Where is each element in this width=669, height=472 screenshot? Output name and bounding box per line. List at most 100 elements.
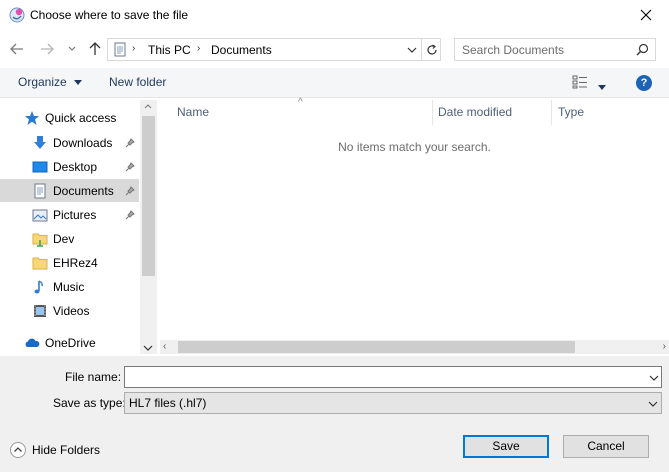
nav-item-dev[interactable]: Dev (0, 227, 139, 250)
help-icon[interactable]: ? (636, 75, 652, 91)
pin-icon (125, 137, 135, 151)
chevron-down-icon[interactable] (648, 396, 658, 410)
navigation-bar: › This PC › Documents Search Documents (0, 34, 669, 64)
horizontal-scrollbar-thumb[interactable] (178, 341, 575, 353)
chevron-down-icon (649, 375, 659, 381)
nav-item-label: EHRez4 (53, 256, 98, 270)
nav-item-videos[interactable]: Videos (0, 299, 139, 322)
address-bar[interactable]: › This PC › Documents (107, 38, 441, 61)
nav-item-desktop[interactable]: Desktop (0, 155, 139, 178)
nav-item-pictures[interactable]: Pictures (0, 203, 139, 226)
column-header-label: Type (558, 105, 585, 119)
horizontal-scrollbar[interactable]: ‹ › (160, 340, 669, 354)
breadcrumb-separator: › (132, 43, 136, 54)
nav-item-label: Quick access (45, 111, 117, 125)
chevron-up-icon (144, 104, 152, 109)
file-name-input[interactable] (125, 367, 635, 387)
breadcrumb-separator: › (197, 43, 201, 54)
address-dropdown-button[interactable] (404, 41, 420, 58)
save-button[interactable]: Save (463, 435, 549, 458)
close-button[interactable] (623, 0, 669, 30)
refresh-button[interactable] (421, 39, 441, 60)
nav-item-documents[interactable]: Documents (0, 179, 139, 202)
close-icon (640, 9, 652, 21)
save-as-type-label: Save as type: (53, 396, 126, 410)
nav-item-music[interactable]: Music (0, 275, 139, 298)
chevron-down-icon (407, 47, 417, 53)
nav-item-label: Documents (53, 184, 114, 198)
title-bar: Choose where to save the file (0, 0, 669, 32)
scroll-left-icon[interactable]: ‹ (163, 341, 166, 352)
file-list[interactable]: ^ Name Date modified Type No items match… (160, 97, 669, 354)
folder-icon (32, 231, 48, 247)
nav-item-label: Desktop (53, 160, 98, 174)
forward-arrow-icon (41, 43, 54, 55)
organize-menu-button[interactable]: Organize (18, 75, 83, 89)
column-header-name[interactable]: Name (160, 100, 432, 126)
recent-locations-button[interactable] (61, 38, 83, 60)
column-header-label: Name (177, 105, 210, 119)
scroll-right-icon[interactable]: › (663, 341, 666, 352)
cancel-button[interactable]: Cancel (563, 435, 649, 458)
organize-label: Organize (18, 75, 67, 89)
pictures-icon (32, 207, 48, 223)
new-folder-button[interactable]: New folder (109, 75, 166, 89)
scroll-down-icon[interactable] (143, 340, 153, 354)
nav-item-label: Videos (53, 304, 90, 318)
desktop-icon (32, 159, 48, 175)
pin-icon (125, 161, 135, 175)
file-name-label: File name: (65, 370, 122, 384)
save-as-type-select[interactable]: HL7 files (.hl7) (124, 392, 662, 414)
pin-icon (125, 209, 135, 223)
column-header-date-modified[interactable]: Date modified (433, 100, 551, 126)
nav-item-downloads[interactable]: Downloads (0, 131, 139, 154)
nav-item-label: Music (53, 280, 85, 294)
videos-icon (32, 303, 48, 319)
breadcrumb-documents[interactable]: Documents (211, 43, 272, 57)
up-button[interactable] (84, 38, 106, 60)
column-header-label: Date modified (438, 105, 513, 119)
chevron-up-circle-icon (10, 442, 26, 458)
folder-icon (32, 255, 48, 271)
view-dropdown-button[interactable] (598, 79, 606, 93)
up-arrow-icon (89, 42, 101, 55)
nav-item-label: Dev (53, 232, 75, 246)
column-header-type[interactable]: Type (552, 100, 669, 126)
documents-icon (114, 42, 126, 60)
file-name-field[interactable] (124, 366, 662, 388)
back-arrow-icon (10, 43, 23, 55)
navigation-pane: Quick access Downloads Desktop Documents… (0, 100, 157, 354)
nav-item-onedrive[interactable]: OneDrive (0, 331, 139, 354)
star-icon (24, 110, 40, 126)
view-options-icon[interactable] (572, 75, 588, 92)
window-title: Choose where to save the file (30, 8, 189, 22)
nav-item-quick-access[interactable]: Quick access (0, 106, 139, 129)
save-as-type-value: HL7 files (.hl7) (129, 396, 207, 410)
nav-item-label: OneDrive (45, 336, 96, 350)
empty-message: No items match your search. (338, 140, 491, 154)
nav-scrollbar-thumb[interactable] (142, 116, 155, 276)
cloud-icon (24, 335, 40, 351)
dropdown-triangle-icon (74, 80, 83, 86)
nav-scrollbar[interactable] (140, 100, 157, 354)
breadcrumb-this-pc[interactable]: This PC (148, 43, 191, 57)
dropdown-triangle-icon (598, 85, 606, 90)
hide-folders-label: Hide Folders (32, 443, 101, 457)
nav-item-ehrez4[interactable]: EHRez4 (0, 251, 139, 274)
download-icon (32, 135, 48, 151)
nav-item-label: Pictures (53, 208, 97, 222)
app-icon (9, 7, 25, 23)
nav-item-label: Downloads (53, 136, 113, 150)
search-input[interactable]: Search Documents (462, 43, 564, 57)
forward-button[interactable] (36, 38, 58, 60)
command-bar: Organize New folder ? (0, 68, 669, 98)
save-options-panel: File name: Save as type: HL7 files (.hl7… (0, 356, 669, 472)
back-button[interactable] (6, 38, 28, 60)
documents-icon (32, 183, 48, 199)
refresh-icon (426, 43, 437, 55)
search-box[interactable]: Search Documents (454, 38, 656, 61)
chevron-down-icon (68, 46, 76, 51)
pin-icon (125, 185, 135, 199)
search-icon[interactable] (636, 43, 649, 59)
file-name-dropdown-button[interactable] (649, 370, 659, 384)
